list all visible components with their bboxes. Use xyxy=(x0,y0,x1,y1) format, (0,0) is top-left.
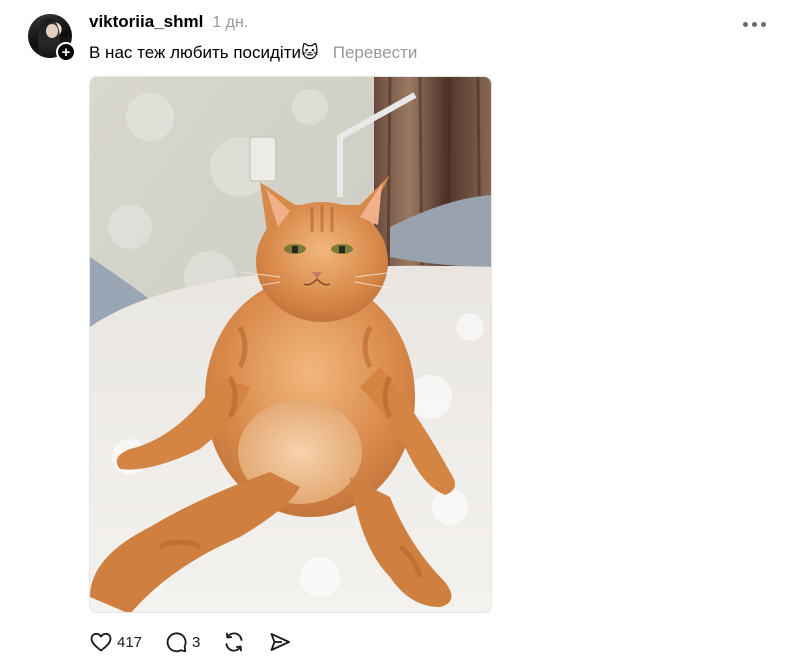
post-header: viktoriia_shml 1 дн. xyxy=(89,12,248,32)
caption-text: В нас теж любить посидіти🐱 xyxy=(89,43,319,62)
comment-count: 3 xyxy=(192,633,201,651)
more-options-icon[interactable] xyxy=(743,14,766,34)
cat-photo-icon xyxy=(90,77,491,612)
author-avatar[interactable]: + xyxy=(28,14,76,62)
share-button[interactable] xyxy=(268,630,292,654)
like-button[interactable]: 417 xyxy=(89,630,142,654)
author-username[interactable]: viktoriia_shml xyxy=(89,12,203,32)
repost-button[interactable] xyxy=(222,630,246,654)
thread-post: + viktoriia_shml 1 дн. В нас теж любить … xyxy=(0,0,787,671)
post-timestamp[interactable]: 1 дн. xyxy=(212,14,248,32)
comment-button[interactable]: 3 xyxy=(164,630,200,654)
send-icon xyxy=(270,633,291,651)
repost-icon xyxy=(225,632,243,652)
post-actions: 417 3 xyxy=(89,630,314,654)
follow-plus-icon[interactable]: + xyxy=(56,42,76,62)
post-caption: В нас теж любить посидіти🐱 Перевести xyxy=(89,43,417,63)
heart-icon xyxy=(90,632,112,652)
like-count: 417 xyxy=(117,633,143,651)
comment-icon xyxy=(166,632,187,653)
translate-link[interactable]: Перевести xyxy=(333,43,418,63)
post-photo[interactable] xyxy=(89,76,492,613)
